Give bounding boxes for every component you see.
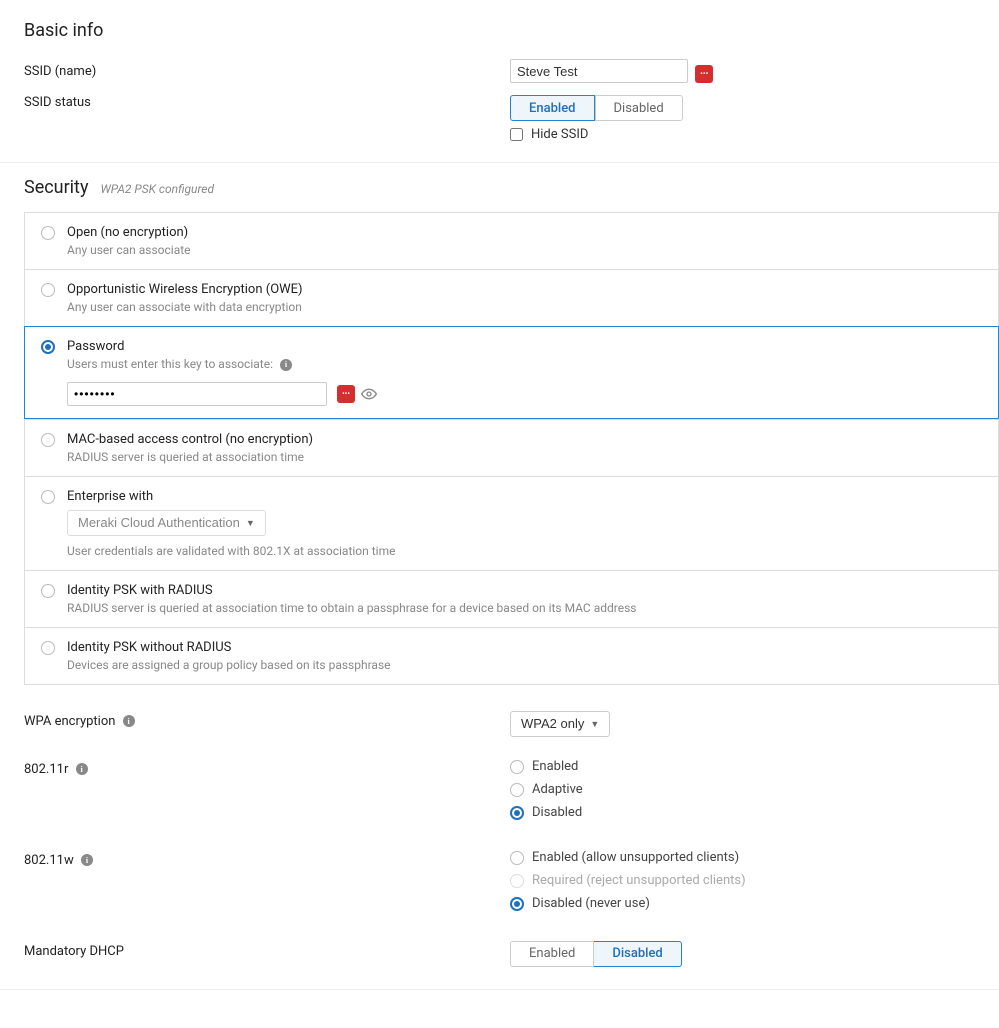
radio-icon [510,874,524,888]
basic-info-heading: Basic info [24,20,999,41]
password-manager-badge-icon[interactable] [695,65,713,83]
option-title: Enterprise with [67,489,395,504]
mandatory-dhcp-toggle: Enabled Disabled [510,941,682,967]
radio-icon [41,584,55,598]
ssid-status-toggle: Enabled Disabled [510,95,683,121]
ssid-status-enabled-button[interactable]: Enabled [510,95,595,121]
security-option-password[interactable]: Password Users must enter this key to as… [24,326,999,419]
chevron-down-icon: ▼ [590,719,599,729]
radio-icon [510,897,524,911]
option-title: MAC-based access control (no encryption) [67,432,313,447]
mandatory-dhcp-label: Mandatory DHCP [24,941,510,959]
info-icon[interactable] [123,715,135,727]
option-desc: RADIUS server is queried at association … [67,450,313,464]
dhcp-disabled-button[interactable]: Disabled [594,941,681,967]
option-title: Identity PSK without RADIUS [67,640,391,655]
option-desc: Devices are assigned a group policy base… [67,658,391,672]
radio-icon [41,283,55,297]
radio-icon [41,340,55,354]
security-option-mac[interactable]: MAC-based access control (no encryption)… [24,419,999,476]
dot11w-required-option[interactable]: Required (reject unsupported clients) [510,873,999,888]
section-divider [0,162,999,163]
security-subtitle: WPA2 PSK configured [100,182,214,196]
radio-icon [41,226,55,240]
ssid-name-label: SSID (name) [24,64,510,79]
radio-icon [510,851,524,865]
dot11w-label: 802.11w [24,850,510,868]
security-heading: Security [24,177,88,198]
radio-icon [41,641,55,655]
info-icon[interactable] [280,359,292,371]
option-title: Password [67,339,982,354]
dot11r-disabled-option[interactable]: Disabled [510,805,999,820]
show-password-icon[interactable] [361,386,377,402]
option-desc: Any user can associate with data encrypt… [67,300,303,314]
basic-info-section: Basic info SSID (name) SSID status Enabl… [24,20,999,142]
password-manager-badge-icon[interactable] [337,385,355,403]
option-title: Opportunistic Wireless Encryption (OWE) [67,282,303,297]
wpa-encryption-label: WPA encryption [24,711,510,729]
ssid-status-label: SSID status [24,95,510,110]
security-option-owe[interactable]: Opportunistic Wireless Encryption (OWE) … [24,269,999,326]
info-icon[interactable] [81,854,93,866]
security-section: Security WPA2 PSK configured Open (no en… [24,177,999,990]
radio-icon [41,490,55,504]
radio-icon [510,783,524,797]
dot11r-label: 802.11r [24,759,510,777]
enterprise-auth-select[interactable]: Meraki Cloud Authentication ▼ [67,510,266,536]
option-title: Open (no encryption) [67,225,191,240]
option-desc: Any user can associate [67,243,191,257]
dot11r-enabled-option[interactable]: Enabled [510,759,999,774]
radio-icon [41,433,55,447]
option-desc: User credentials are validated with 802.… [67,544,395,558]
hide-ssid-checkbox[interactable] [510,128,523,141]
wpa-encryption-select[interactable]: WPA2 only ▼ [510,711,610,737]
security-option-enterprise[interactable]: Enterprise with Meraki Cloud Authenticat… [24,476,999,570]
ssid-status-disabled-button[interactable]: Disabled [595,95,683,121]
option-desc: RADIUS server is queried at association … [67,601,636,615]
security-option-open[interactable]: Open (no encryption) Any user can associ… [24,212,999,269]
option-desc: Users must enter this key to associate: [67,357,982,372]
security-option-ipsk-noradius[interactable]: Identity PSK without RADIUS Devices are … [24,627,999,685]
security-option-ipsk-radius[interactable]: Identity PSK with RADIUS RADIUS server i… [24,570,999,627]
dhcp-enabled-button[interactable]: Enabled [510,941,594,967]
psk-password-input[interactable] [67,382,327,406]
info-icon[interactable] [76,763,88,775]
hide-ssid-label: Hide SSID [531,127,588,142]
dot11r-adaptive-option[interactable]: Adaptive [510,782,999,797]
dot11w-disabled-option[interactable]: Disabled (never use) [510,896,999,911]
dot11w-enabled-option[interactable]: Enabled (allow unsupported clients) [510,850,999,865]
chevron-down-icon: ▼ [246,518,255,528]
radio-icon [510,806,524,820]
section-divider [0,989,999,990]
radio-icon [510,760,524,774]
ssid-name-input[interactable] [510,59,688,83]
option-title: Identity PSK with RADIUS [67,583,636,598]
